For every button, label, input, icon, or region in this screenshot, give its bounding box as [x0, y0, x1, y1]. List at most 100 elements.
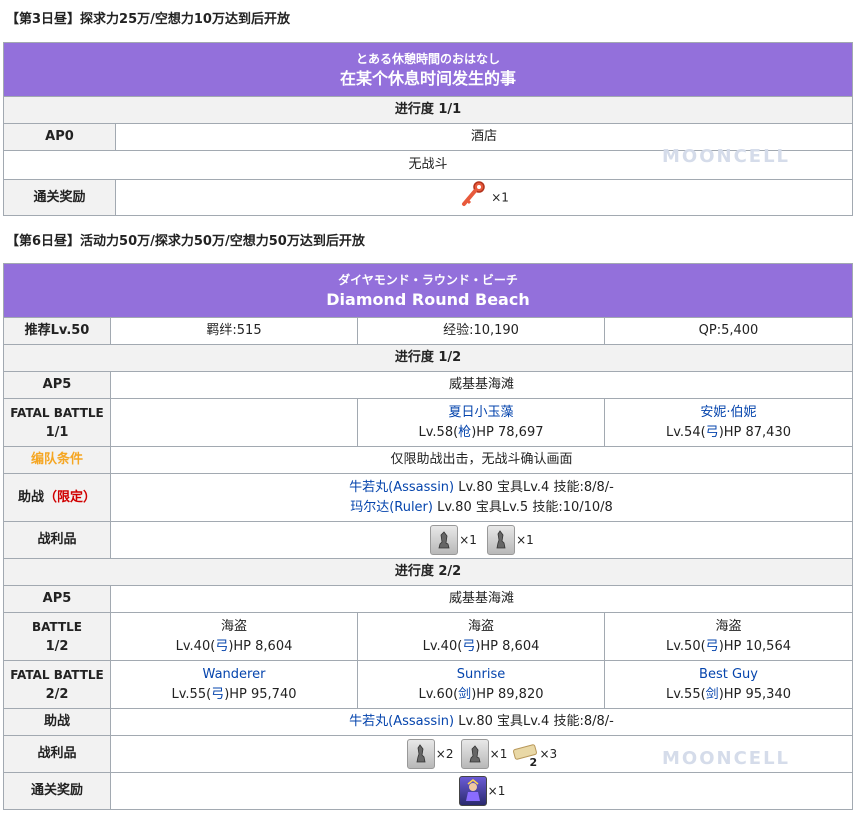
ticket-badge: 2	[529, 756, 538, 769]
quest-jp-title: ダイヤモンド・ラウンド・ビーチ	[338, 272, 518, 287]
enemy-level: Lv.58(	[418, 424, 459, 440]
enemy-level: Lv.40(	[175, 638, 216, 654]
class-link[interactable]: 枪	[458, 425, 471, 440]
enemy-level: Lv.55(	[665, 686, 706, 702]
quest-table-2: ダイヤモンド・ラウンド・ビーチ Diamond Round Beach 推荐Lv…	[3, 263, 853, 810]
limited-tag: （限定）	[44, 489, 97, 505]
enemy-hp: )HP 8,604	[475, 638, 540, 654]
enemy-cell: 安妮·伯妮 Lv.54(弓)HP 87,430	[604, 398, 853, 447]
ticket-icon[interactable]: 2	[511, 739, 539, 769]
class-link[interactable]: 弓	[462, 639, 475, 654]
no-battle-text: 无战斗	[3, 150, 853, 180]
loot-label: 战利品	[3, 735, 111, 773]
enemy-level: Lv.55(	[171, 686, 212, 702]
reward-qty: ×1	[491, 190, 509, 205]
support-label: 助战	[17, 489, 44, 505]
loot-qty: ×1	[489, 747, 508, 761]
enemy-cell: 夏日小玉藻 Lv.58(枪)HP 78,697	[357, 398, 605, 447]
statue-icon[interactable]	[430, 525, 459, 555]
enemy-cell: 海盗 Lv.50(弓)HP 10,564	[604, 612, 853, 661]
enemy-name: 海盗	[220, 618, 247, 634]
loot-label: 战利品	[3, 521, 111, 559]
statue-icon[interactable]	[487, 525, 516, 555]
qp-value: QP:5,400	[604, 317, 853, 345]
enemy-name-link[interactable]: Best Guy	[699, 667, 758, 682]
recommended-level: 推荐Lv.50	[3, 317, 111, 345]
enemy-level: Lv.60(	[418, 686, 459, 702]
location: 威基基海滩	[110, 371, 853, 399]
class-link[interactable]: 弓	[215, 639, 228, 654]
enemy-name-link[interactable]: 安妮·伯妮	[700, 405, 756, 420]
location: 威基基海滩	[110, 585, 853, 613]
loot-qty: ×1	[459, 533, 477, 547]
progress-label: 进行度 1/2	[3, 344, 853, 372]
enemy-cell: Sunrise Lv.60(剑)HP 89,820	[357, 660, 605, 709]
enemy-cell: 海盗 Lv.40(弓)HP 8,604	[357, 612, 605, 661]
enemy-hp: )HP 87,430	[718, 424, 791, 440]
enemy-hp: )HP 95,740	[224, 686, 297, 702]
enemy-hp: )HP 8,604	[228, 638, 293, 654]
ap-label: AP0	[3, 123, 116, 151]
support-label: 助战	[3, 708, 111, 736]
class-link[interactable]: 弓	[706, 425, 719, 440]
enemy-cell: 海盗 Lv.40(弓)HP 8,604	[110, 612, 358, 661]
class-link[interactable]: 剑	[458, 687, 471, 702]
statue-icon[interactable]	[460, 739, 489, 769]
enemy-name: 海盗	[467, 618, 494, 634]
statue-icon[interactable]	[406, 739, 435, 769]
support-info: Lv.80 宝具Lv.4 技能:8/8/-	[454, 714, 614, 729]
enemy-name-link[interactable]: Sunrise	[457, 667, 505, 682]
quest-jp-title: とある休憩時間のおはなし	[355, 51, 500, 66]
location: 酒店	[115, 123, 853, 151]
battle-label: FATAL BATTLE	[10, 405, 104, 420]
quest-cn-title: Diamond Round Beach	[326, 289, 530, 309]
loot-qty: ×1	[516, 533, 534, 547]
reward-label: 通关奖励	[3, 179, 116, 216]
battle-count: 1/1	[45, 424, 69, 440]
battle-count: 2/2	[45, 686, 69, 702]
enemy-name-link[interactable]: Wanderer	[203, 667, 266, 682]
enemy-name: 海盗	[715, 618, 742, 634]
loot-qty: ×2	[435, 747, 454, 761]
enemy-cell: Best Guy Lv.55(剑)HP 95,340	[604, 660, 853, 709]
class-link[interactable]: 弓	[211, 687, 224, 702]
loot-qty: ×3	[539, 747, 558, 761]
enemy-hp: )HP 95,340	[718, 686, 791, 702]
quest-cn-title: 在某个休息时间发生的事	[339, 68, 516, 88]
class-link[interactable]: 弓	[706, 639, 719, 654]
battle-label: BATTLE	[32, 619, 82, 634]
quest-table-1: とある休憩時間のおはなし 在某个休息时间发生的事 进行度 1/1 AP0 酒店 …	[3, 42, 853, 216]
support-info: Lv.80 宝具Lv.4 技能:8/8/-	[454, 479, 614, 495]
empty-enemy-cell	[110, 398, 358, 447]
battle-count: 1/2	[45, 638, 69, 654]
section-title-day6: 【第6日昼】活动力50万/探求力50万/空想力50万达到后开放	[6, 234, 365, 249]
formation-text: 仅限助战出击，无战斗确认画面	[110, 446, 853, 474]
enemy-level: Lv.50(	[665, 638, 706, 654]
battle-label: FATAL BATTLE	[10, 667, 104, 682]
support-servant-link[interactable]: 玛尔达(Ruler)	[350, 500, 433, 515]
enemy-hp: )HP 78,697	[471, 424, 544, 440]
quest-header: とある休憩時間のおはなし 在某个休息时间发生的事	[3, 42, 853, 97]
enemy-name-link[interactable]: 夏日小玉藻	[448, 405, 513, 420]
section-title-day3: 【第3日昼】探求力25万/空想力10万达到后开放	[6, 12, 290, 27]
enemy-hp: )HP 10,564	[718, 638, 791, 654]
enemy-cell: Wanderer Lv.55(弓)HP 95,740	[110, 660, 358, 709]
red-key-icon[interactable]	[459, 180, 487, 215]
formation-label: 编队条件	[3, 446, 111, 474]
ap-label: AP5	[3, 585, 111, 613]
progress-label: 进行度 2/2	[3, 558, 853, 586]
exp-value: 经验:10,190	[357, 317, 605, 345]
support-servant-link[interactable]: 牛若丸(Assassin)	[349, 480, 454, 495]
bond-value: 羁绊:515	[110, 317, 358, 345]
progress-label: 进行度 1/1	[3, 96, 853, 124]
ap-label: AP5	[3, 371, 111, 399]
enemy-level: Lv.54(	[665, 424, 706, 440]
enemy-hp: )HP 89,820	[471, 686, 544, 702]
class-link[interactable]: 剑	[706, 687, 719, 702]
quest-header: ダイヤモンド・ラウンド・ビーチ Diamond Round Beach	[3, 263, 853, 318]
craft-essence-icon[interactable]	[458, 776, 487, 806]
enemy-level: Lv.40(	[422, 638, 463, 654]
support-info: Lv.80 宝具Lv.5 技能:10/10/8	[432, 499, 613, 515]
reward-label: 通关奖励	[3, 772, 111, 810]
support-servant-link[interactable]: 牛若丸(Assassin)	[349, 714, 454, 729]
